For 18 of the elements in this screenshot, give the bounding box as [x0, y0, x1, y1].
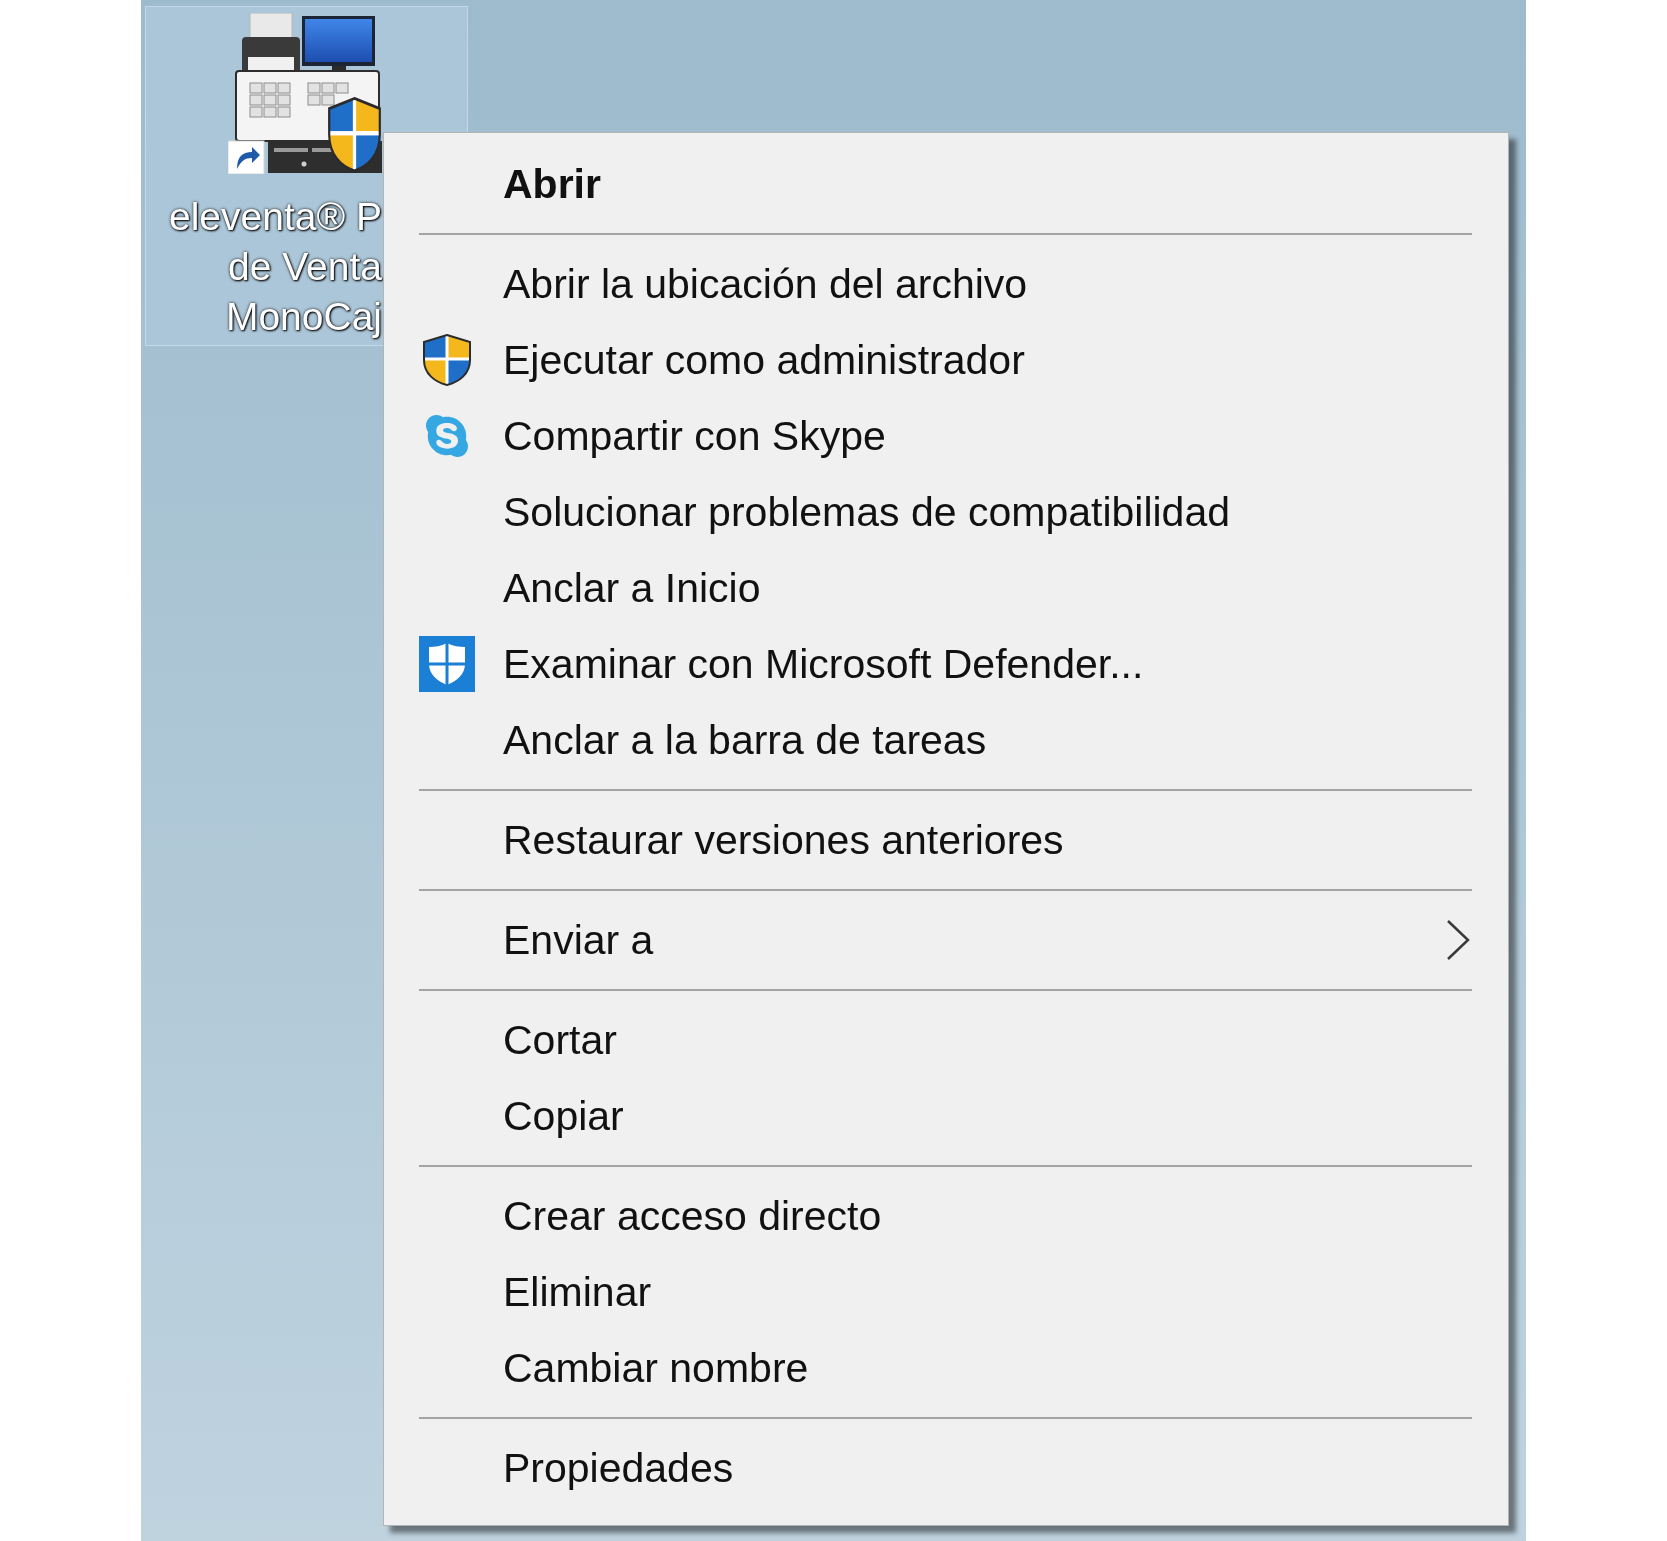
menu-item[interactable]: Solucionar problemas de compatibilidad — [384, 474, 1508, 550]
menu-item[interactable]: Propiedades — [384, 1430, 1508, 1506]
shield-icon — [422, 334, 472, 386]
chevron-right-icon — [1445, 919, 1471, 961]
menu-item[interactable]: Cambiar nombre — [384, 1330, 1508, 1406]
menu-item[interactable]: Enviar a — [384, 902, 1508, 978]
menu-item[interactable]: Examinar con Microsoft Defender... — [384, 626, 1508, 702]
shield-icon — [419, 636, 475, 692]
menu-item[interactable]: Eliminar — [384, 1254, 1508, 1330]
menu-item[interactable]: Copiar — [384, 1078, 1508, 1154]
shortcut-label: eleventa® P de Venta MonoCaj — [167, 194, 382, 340]
skype-icon — [423, 412, 471, 460]
menu-item[interactable]: Cortar — [384, 1002, 1508, 1078]
menu-item[interactable]: Anclar a Inicio — [384, 550, 1508, 626]
menu-item[interactable]: Crear acceso directo — [384, 1178, 1508, 1254]
menu-item[interactable]: Compartir con Skype — [384, 398, 1508, 474]
menu-item[interactable]: Restaurar versiones anteriores — [384, 802, 1508, 878]
menu-item[interactable]: Anclar a la barra de tareas — [384, 702, 1508, 778]
